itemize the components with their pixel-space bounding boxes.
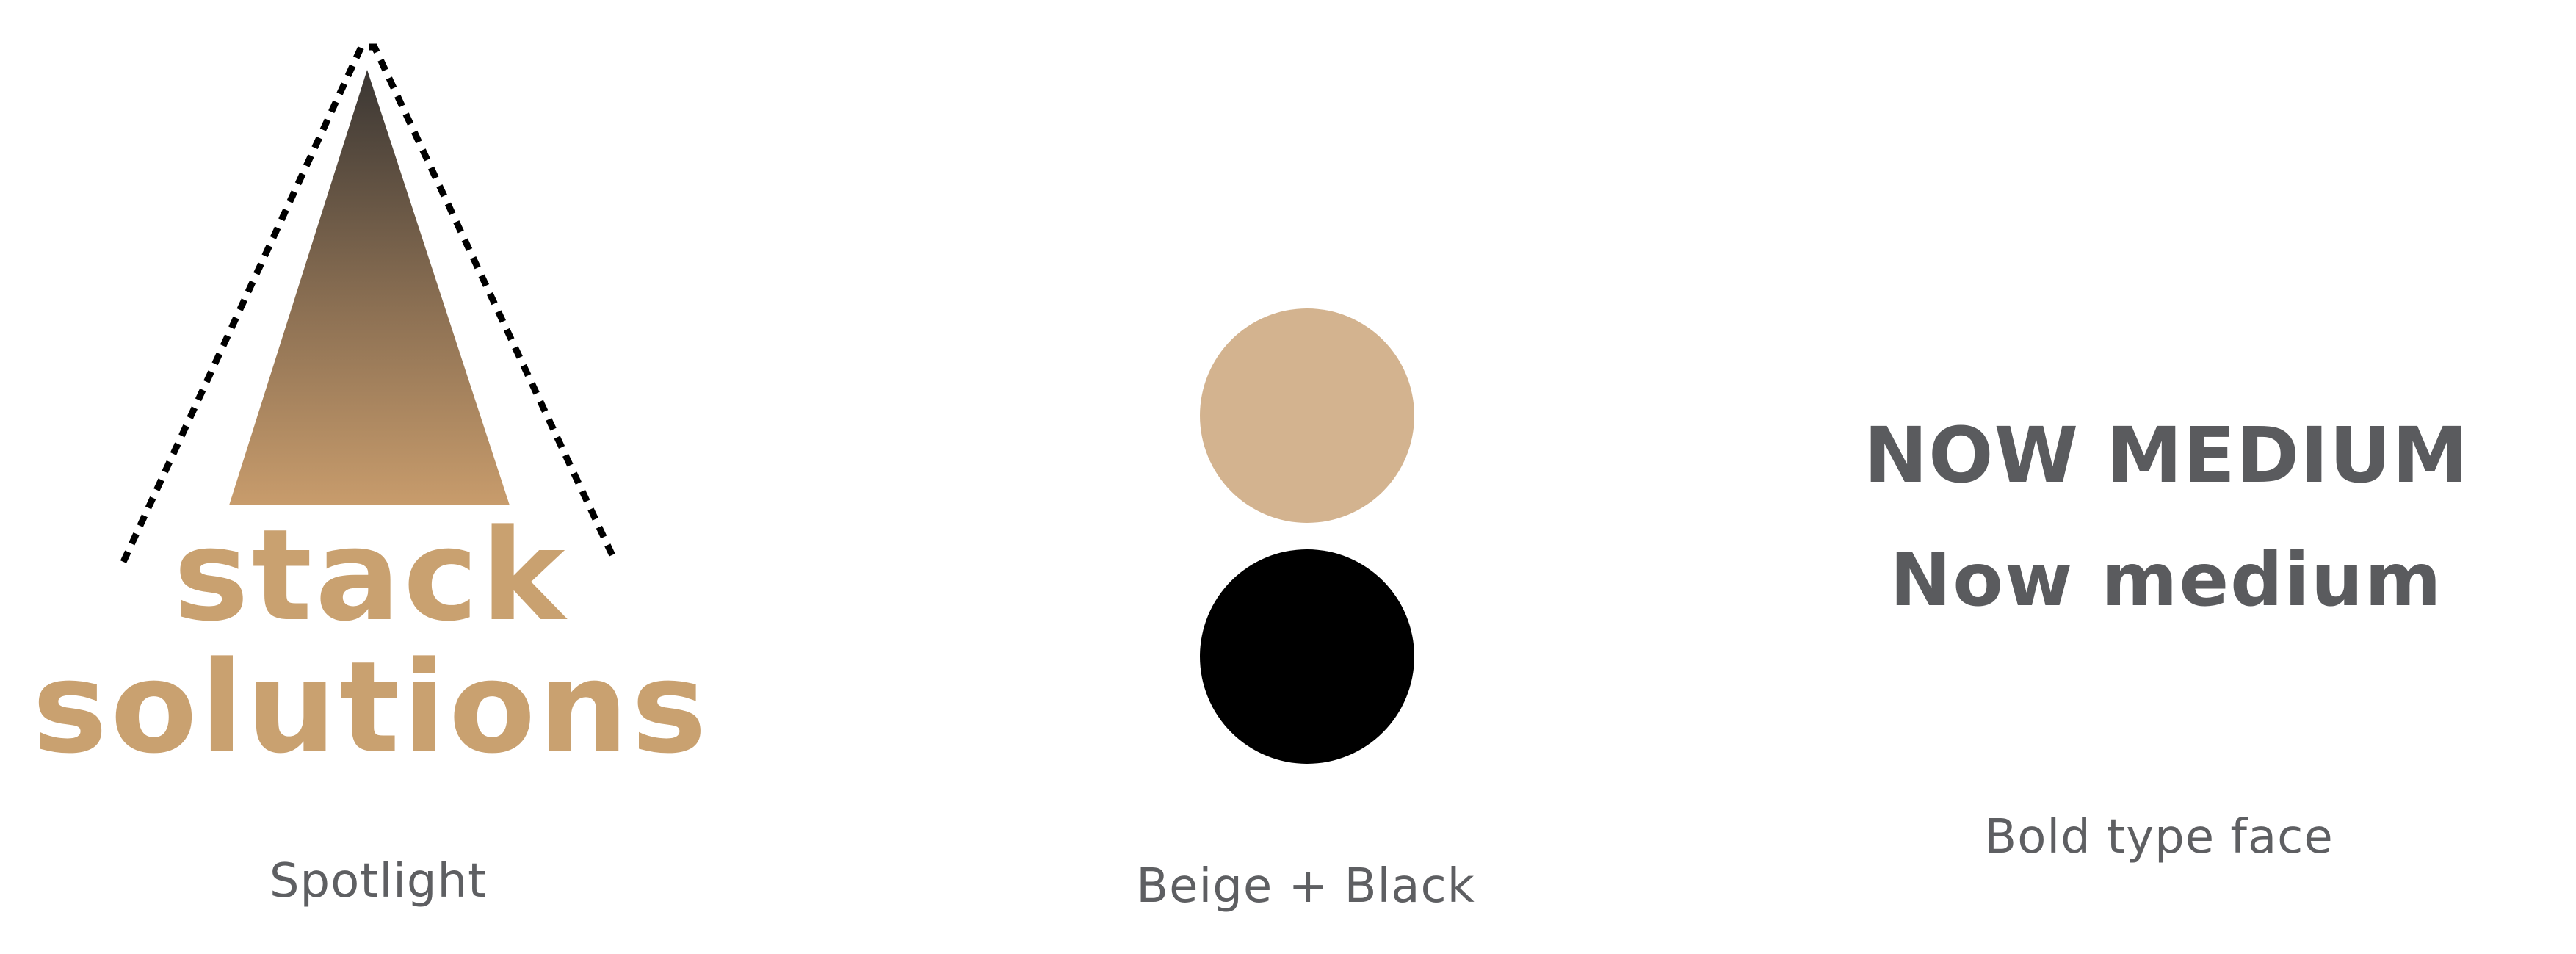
logo-word-stack: stack [173,502,568,649]
caption-bold-type-face: Bold type face [1984,810,2334,864]
type-sample-uppercase: NOW MEDIUM [1864,411,2469,500]
beige-swatch [1200,308,1414,523]
caption-spotlight: Spotlight [269,854,488,908]
logo-word-solutions: solutions [32,634,710,781]
type-sample-mixedcase: Now medium [1889,537,2443,623]
logo-graphic [120,43,619,563]
spotlight-triangle [229,70,510,505]
caption-beige-black: Beige + Black [1136,859,1475,914]
black-swatch [1200,549,1414,764]
